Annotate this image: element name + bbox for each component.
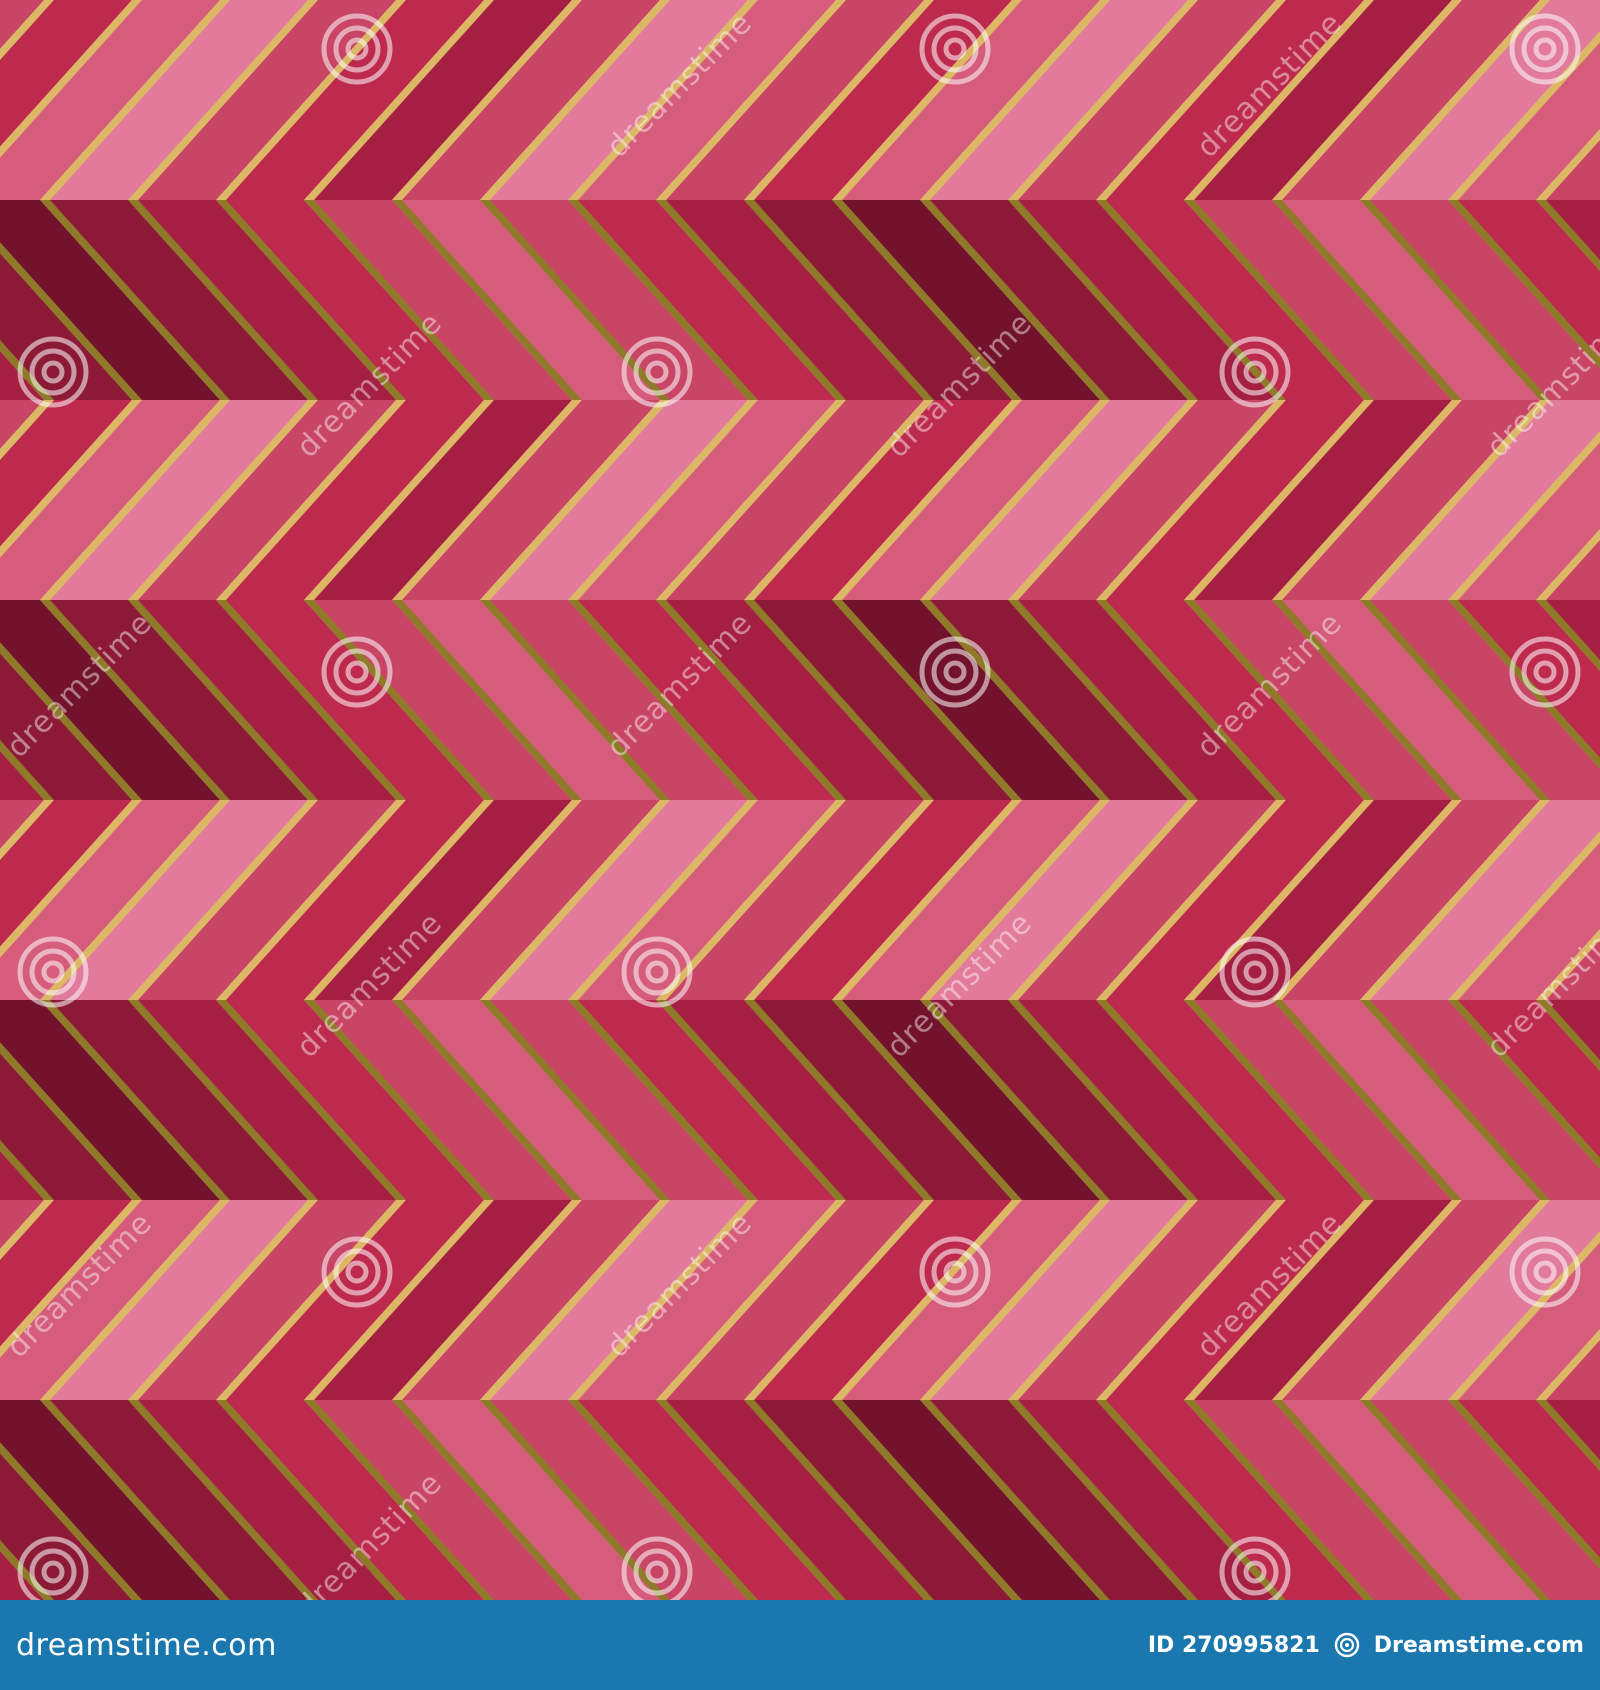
chevron-band <box>0 600 1600 800</box>
footer-right-group: ID 270995821 Dreamstime.com <box>1148 1632 1584 1658</box>
chevron-band <box>0 1400 1600 1600</box>
footer-image-id: ID 270995821 <box>1147 1632 1320 1658</box>
footer-brand-text[interactable]: Dreamstime.com <box>1374 1633 1584 1658</box>
chevron-band <box>0 1000 1600 1200</box>
chevron-band <box>0 400 1600 600</box>
chevron-band <box>0 1200 1600 1400</box>
image-stage: dreamstime dreamstime dreamstime dreamstime… <box>0 0 1600 1690</box>
footer-site-text[interactable]: dreamstime.com <box>16 1628 277 1663</box>
spiral-logo-icon <box>1334 1632 1359 1658</box>
stock-footer-bar: dreamstime.com ID 270995821 Dreamstime.c… <box>0 1600 1600 1690</box>
chevron-band <box>0 800 1600 1000</box>
chevron-band <box>0 200 1600 400</box>
chevron-pattern <box>0 0 1600 1600</box>
chevron-band <box>0 0 1600 200</box>
